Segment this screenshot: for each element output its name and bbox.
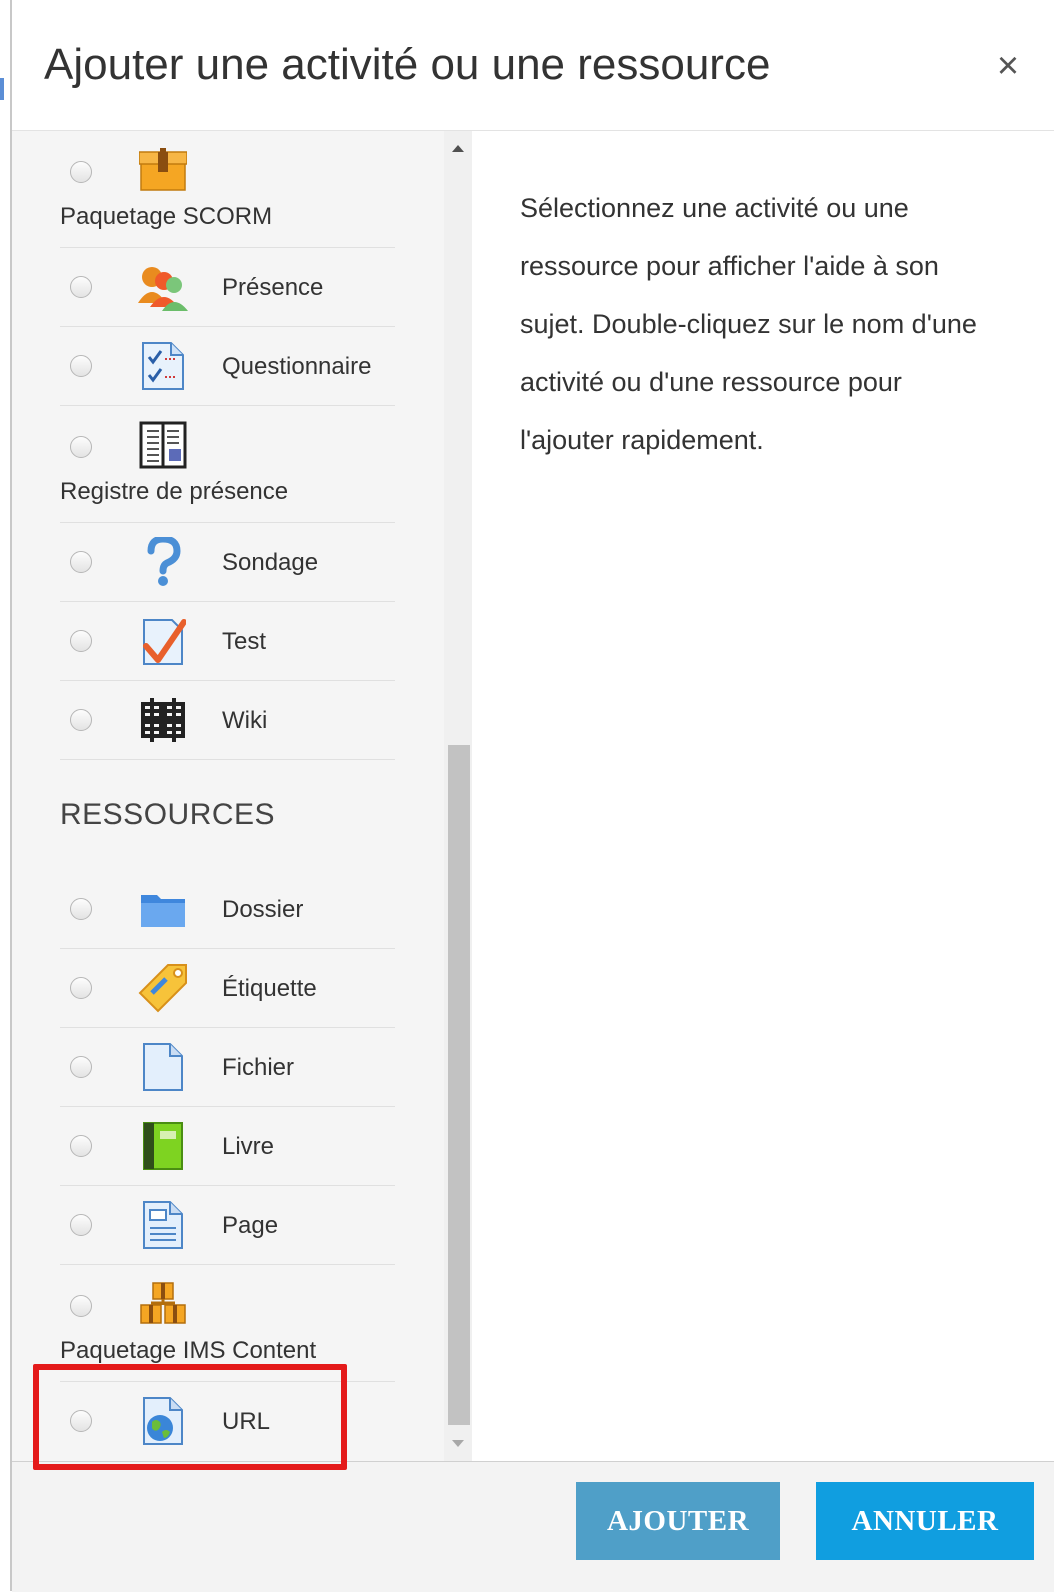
option-label: Registre de présence bbox=[60, 478, 289, 505]
option-label: Paquetage IMS Content bbox=[60, 1337, 317, 1364]
option-etiquette[interactable]: Étiquette bbox=[60, 949, 395, 1028]
wiki-icon bbox=[138, 695, 188, 745]
radio-button[interactable] bbox=[70, 630, 92, 652]
option-paquetage-scorm[interactable]: Paquetage SCORM bbox=[60, 131, 395, 248]
ims-content-icon bbox=[138, 1279, 188, 1329]
option-fichier[interactable]: Fichier bbox=[60, 1028, 395, 1107]
attendance-people-icon bbox=[138, 262, 188, 312]
survey-question-icon bbox=[138, 537, 188, 587]
file-icon bbox=[138, 1042, 188, 1092]
option-page[interactable]: Page bbox=[60, 1186, 395, 1265]
resources-section-title: RESSOURCES bbox=[60, 798, 276, 831]
label-tag-icon bbox=[138, 963, 188, 1013]
option-registre-de-presence[interactable]: Registre de présence bbox=[60, 406, 395, 523]
radio-button[interactable] bbox=[70, 551, 92, 573]
option-label: Test bbox=[222, 628, 267, 655]
option-wiki[interactable]: Wiki bbox=[60, 681, 395, 760]
option-label: Page bbox=[222, 1212, 279, 1239]
option-presence[interactable]: Présence bbox=[60, 248, 395, 327]
option-label: URL bbox=[222, 1408, 271, 1435]
option-paquetage-ims-content[interactable]: Paquetage IMS Content bbox=[60, 1265, 395, 1382]
radio-button[interactable] bbox=[70, 161, 92, 183]
folder-icon bbox=[138, 884, 188, 934]
option-label: Sondage bbox=[222, 549, 319, 576]
add-activity-dialog: Ajouter une activité ou une ressource × … bbox=[12, 0, 1054, 1592]
radio-button[interactable] bbox=[70, 276, 92, 298]
radio-button[interactable] bbox=[70, 709, 92, 731]
page-icon bbox=[138, 1200, 188, 1250]
dialog-title: Ajouter une activité ou une ressource bbox=[44, 40, 771, 89]
option-label: Wiki bbox=[222, 707, 268, 734]
scorm-package-icon bbox=[138, 145, 188, 195]
radio-button[interactable] bbox=[70, 1295, 92, 1317]
radio-button[interactable] bbox=[70, 1056, 92, 1078]
option-label: Présence bbox=[222, 274, 324, 301]
scroll-up-arrow-icon[interactable] bbox=[452, 145, 464, 152]
list-scrollbar[interactable] bbox=[444, 131, 472, 1461]
option-questionnaire[interactable]: Questionnaire bbox=[60, 327, 395, 406]
option-label: Livre bbox=[222, 1133, 275, 1160]
radio-button[interactable] bbox=[70, 1410, 92, 1432]
option-test[interactable]: Test bbox=[60, 602, 395, 681]
option-label: Dossier bbox=[222, 896, 304, 923]
questionnaire-icon bbox=[138, 341, 188, 391]
attendance-register-icon bbox=[138, 420, 188, 470]
cancel-button[interactable]: ANNULER bbox=[816, 1482, 1034, 1560]
page-edge-marker bbox=[0, 78, 4, 100]
add-button[interactable]: AJOUTER bbox=[576, 1482, 780, 1560]
radio-button[interactable] bbox=[70, 436, 92, 458]
option-url[interactable]: URL bbox=[60, 1382, 395, 1460]
option-label: Paquetage SCORM bbox=[60, 203, 273, 230]
scrollbar-thumb[interactable] bbox=[448, 745, 470, 1425]
close-icon[interactable]: × bbox=[988, 46, 1028, 86]
option-label: Questionnaire bbox=[222, 353, 372, 380]
option-livre[interactable]: Livre bbox=[60, 1107, 395, 1186]
option-label: Étiquette bbox=[222, 975, 317, 1002]
radio-button[interactable] bbox=[70, 1214, 92, 1236]
module-chooser-list: Paquetage SCORM Présence Questionnaire R… bbox=[12, 131, 472, 1461]
help-panel: Sélectionnez une activité ou une ressour… bbox=[474, 131, 1054, 1461]
option-dossier[interactable]: Dossier bbox=[60, 870, 395, 949]
dialog-footer: AJOUTER ANNULER bbox=[12, 1461, 1054, 1592]
dialog-header: Ajouter une activité ou une ressource × bbox=[12, 0, 1054, 131]
options-list: Paquetage SCORM Présence Questionnaire R… bbox=[60, 131, 395, 1460]
radio-button[interactable] bbox=[70, 355, 92, 377]
radio-button[interactable] bbox=[70, 1135, 92, 1157]
scroll-down-arrow-icon[interactable] bbox=[452, 1440, 464, 1447]
url-globe-icon bbox=[138, 1396, 188, 1446]
quiz-check-icon bbox=[138, 616, 188, 666]
book-icon bbox=[138, 1121, 188, 1171]
option-sondage[interactable]: Sondage bbox=[60, 523, 395, 602]
option-label: Fichier bbox=[222, 1054, 295, 1081]
radio-button[interactable] bbox=[70, 898, 92, 920]
radio-button[interactable] bbox=[70, 977, 92, 999]
help-text: Sélectionnez une activité ou une ressour… bbox=[520, 193, 977, 455]
page-edge bbox=[0, 0, 12, 1591]
